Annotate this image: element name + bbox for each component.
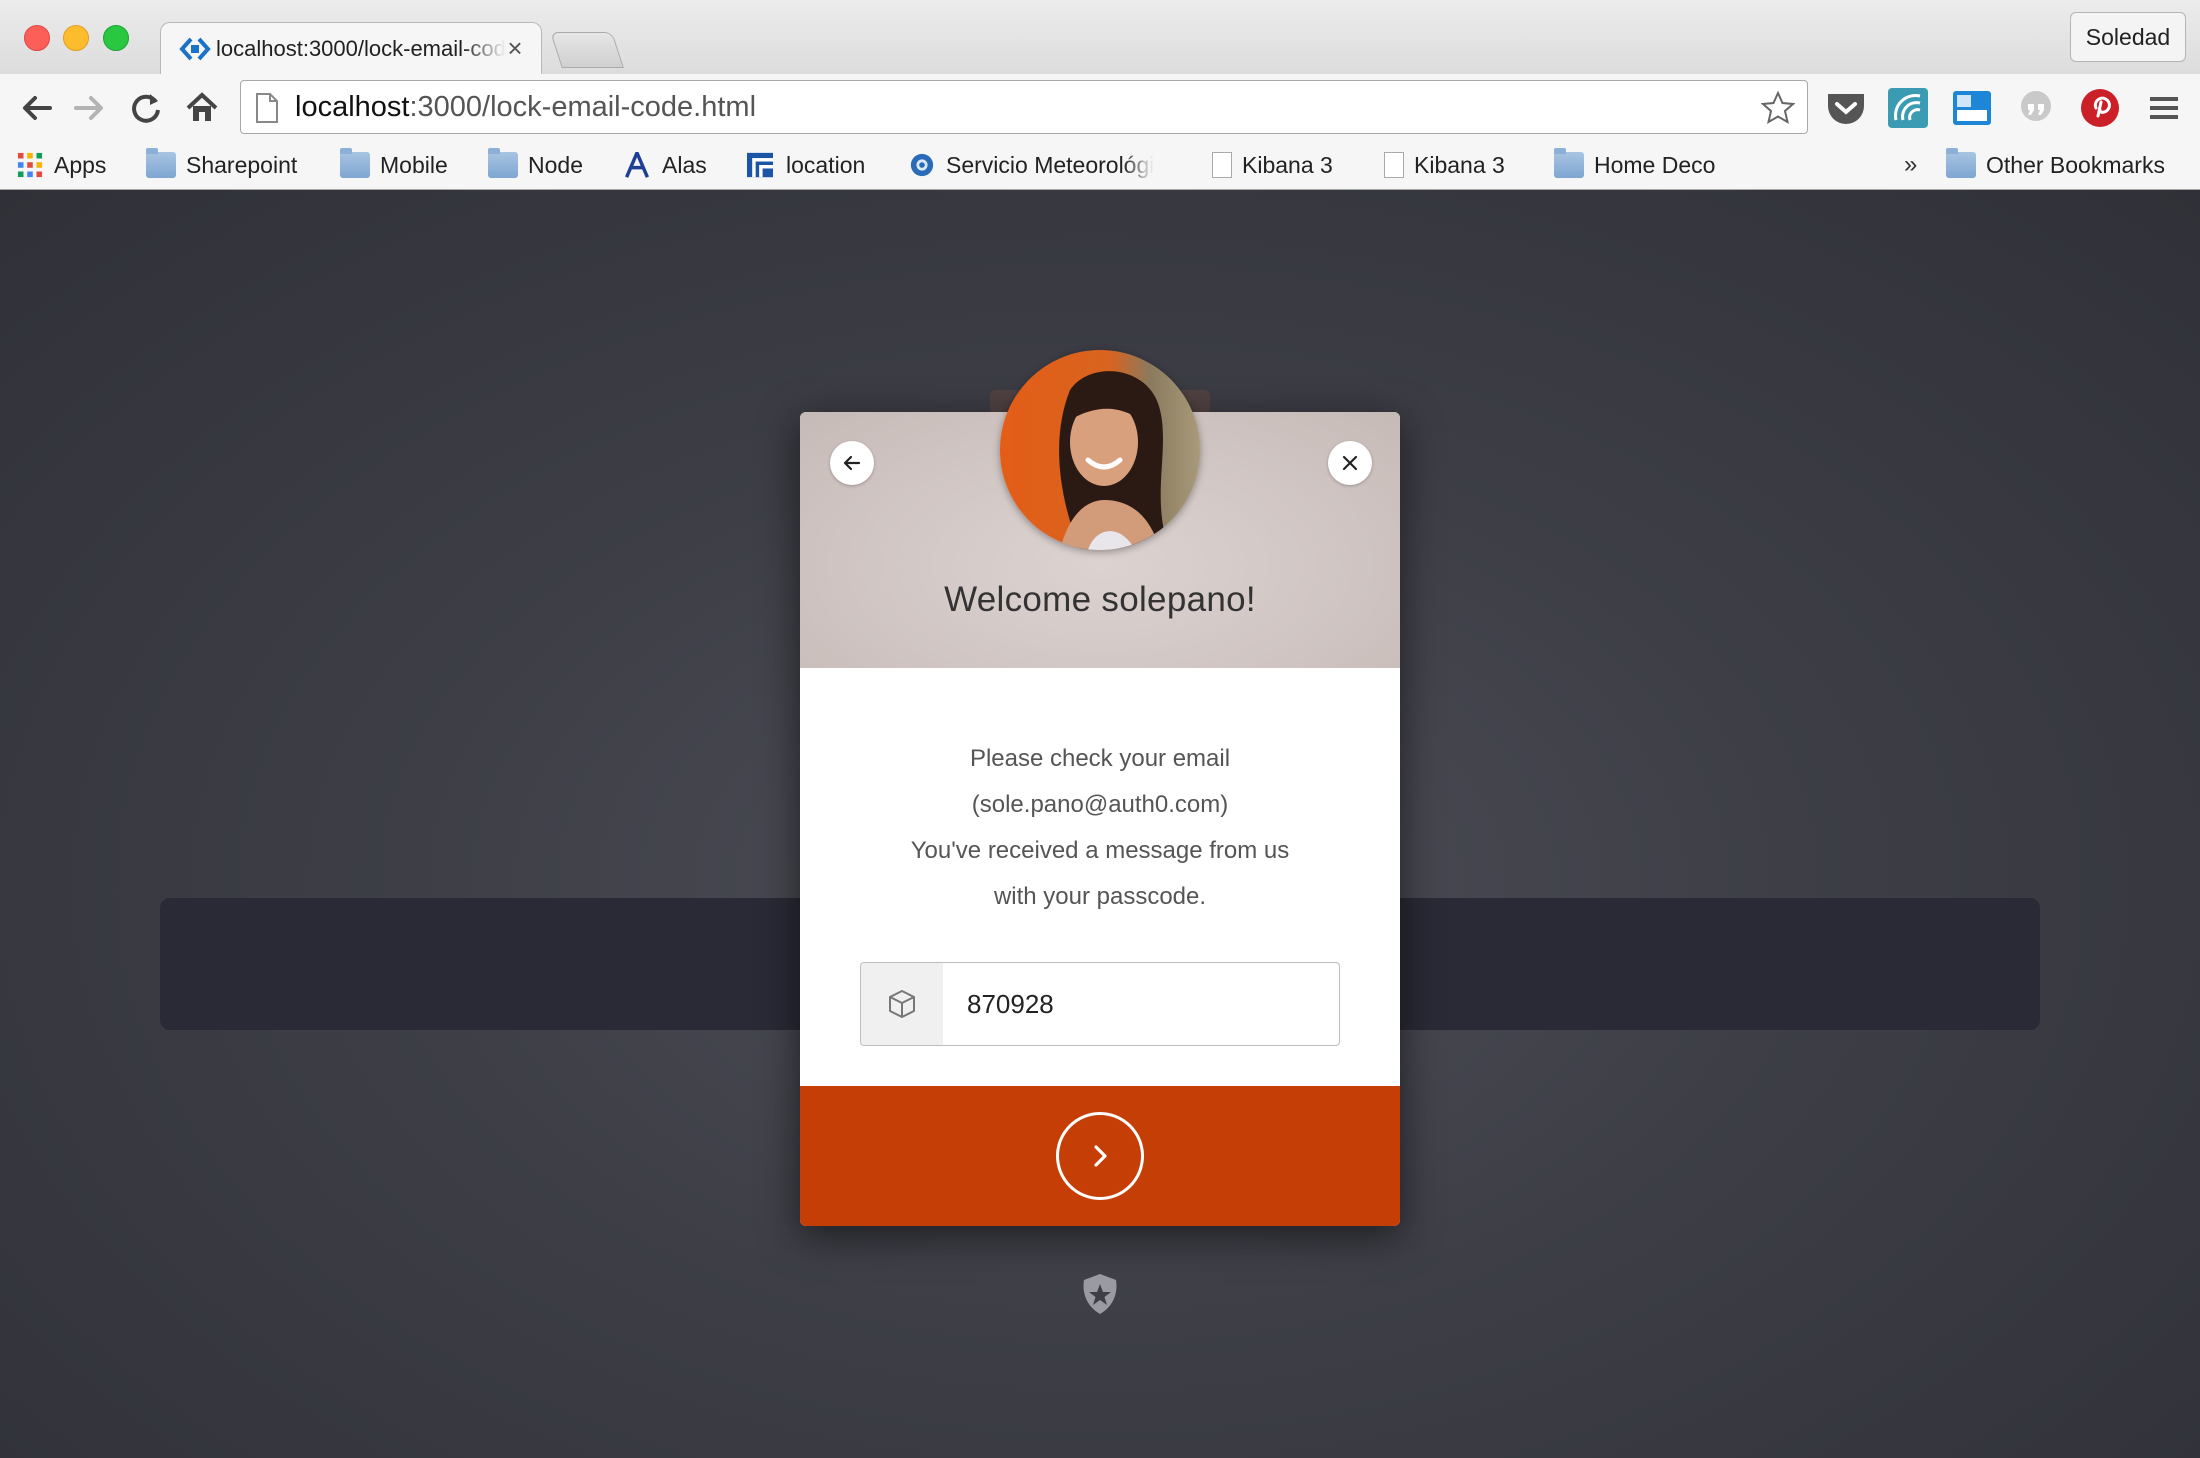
arrow-left-icon — [843, 455, 861, 471]
url-text[interactable]: localhost:3000/lock-email-code.html — [295, 81, 756, 133]
bookmark-apps[interactable]: Apps — [16, 148, 106, 182]
document-icon — [1212, 152, 1232, 178]
quote-extension-icon[interactable] — [2014, 86, 2058, 130]
passcode-input[interactable] — [943, 963, 1333, 1045]
submit-button[interactable] — [800, 1086, 1400, 1226]
folder-icon — [488, 148, 518, 178]
close-button[interactable] — [1328, 441, 1372, 485]
submit-circle — [1056, 1112, 1144, 1200]
minimize-window-button[interactable] — [63, 25, 89, 51]
bookmark-location[interactable]: location — [744, 148, 865, 182]
home-icon[interactable] — [182, 88, 222, 128]
welcome-heading: Welcome solepano! — [944, 580, 1256, 619]
browser-titlebar: localhost:3000/lock-email-code.html × So… — [0, 0, 2200, 74]
bookmark-label: Node — [528, 151, 583, 178]
back-button[interactable] — [830, 441, 874, 485]
instruction-line: (sole.pano@auth0.com) — [971, 791, 1229, 818]
pocket-extension-icon[interactable] — [1824, 86, 1868, 130]
bookmark-kibana-2[interactable]: Kibana 3 — [1384, 148, 1505, 182]
document-icon — [1384, 152, 1404, 178]
close-window-button[interactable] — [24, 25, 50, 51]
folder-icon — [1946, 148, 1976, 178]
instruction-line: Please check your email — [969, 745, 1231, 772]
bookmark-servicio-meteorologico[interactable]: Servicio Meteorológi — [908, 148, 1154, 182]
instruction-line: You've received a message from us — [910, 837, 1290, 864]
passcode-field[interactable] — [860, 962, 1340, 1046]
auth0-badge-icon[interactable] — [1080, 1272, 1120, 1316]
globe-icon — [910, 153, 934, 177]
bookmark-sharepoint[interactable]: Sharepoint — [146, 148, 297, 182]
lock-widget: Welcome solepano! Please check your emai… — [800, 350, 1400, 1226]
forward-arrow-icon[interactable] — [70, 88, 110, 128]
bookmark-mobile[interactable]: Mobile — [340, 148, 448, 182]
url-path: :3000/lock-email-code.html — [409, 91, 757, 123]
bookmark-star-icon[interactable] — [1761, 91, 1795, 125]
location-logo-icon — [747, 152, 773, 178]
bookmarks-bar: Apps Sharepoint Mobile Node Alas locatio… — [0, 142, 2200, 190]
page-icon — [256, 93, 278, 123]
lock-header: Welcome solepano! — [800, 350, 1400, 668]
new-tab-button[interactable] — [550, 32, 624, 68]
bookmark-label: Alas — [662, 151, 707, 178]
bookmark-label: Home Deco — [1594, 151, 1716, 178]
bookmark-label: Mobile — [380, 151, 448, 178]
zoom-window-button[interactable] — [103, 25, 129, 51]
profile-button[interactable]: Soledad — [2070, 12, 2186, 62]
tab-close-icon[interactable]: × — [503, 33, 527, 63]
back-arrow-icon[interactable] — [16, 88, 56, 128]
browser-toolbar: localhost:3000/lock-email-code.html — [0, 74, 2200, 142]
bookmark-alas[interactable]: Alas — [622, 148, 707, 182]
url-host: localhost — [295, 91, 410, 123]
bookmark-label: location — [786, 151, 866, 178]
bookmark-other-bookmarks[interactable]: Other Bookmarks — [1946, 148, 2165, 182]
bookmarks-overflow-chevron-icon[interactable]: » — [1904, 148, 1917, 182]
avatar-photo — [1000, 350, 1200, 550]
tab-title: localhost:3000/lock-email-code.html — [216, 36, 506, 61]
page-viewport: Welcome solepano! Please check your emai… — [0, 190, 2200, 1458]
instructions-text: Please check your email (sole.pano@auth0… — [800, 736, 1400, 920]
close-icon — [1342, 455, 1358, 471]
address-bar[interactable]: localhost:3000/lock-email-code.html — [240, 80, 1808, 134]
screen-extension-icon[interactable] — [1950, 86, 1994, 130]
bookmark-node[interactable]: Node — [488, 148, 583, 182]
browser-tab-active[interactable]: localhost:3000/lock-email-code.html × — [160, 22, 542, 74]
bookmark-label: Kibana 3 — [1242, 151, 1333, 178]
cube-icon — [889, 990, 915, 1018]
bookmark-label: Servicio Meteorológi — [946, 151, 1155, 178]
feed-extension-icon[interactable] — [1886, 86, 1930, 130]
bookmark-kibana-1[interactable]: Kibana 3 — [1212, 148, 1333, 182]
bookmark-label: Other Bookmarks — [1986, 151, 2165, 178]
bookmark-label: Apps — [54, 151, 107, 178]
menu-hamburger-icon[interactable] — [2142, 86, 2186, 130]
chevron-right-icon — [1094, 1145, 1107, 1167]
alas-logo-icon — [625, 152, 649, 178]
reload-icon[interactable] — [126, 88, 166, 128]
instruction-line: with your passcode. — [993, 883, 1207, 910]
bookmark-home-deco[interactable]: Home Deco — [1554, 148, 1715, 182]
user-avatar — [1000, 350, 1200, 550]
folder-icon — [1554, 148, 1584, 178]
code-favicon-icon — [179, 37, 211, 61]
bookmark-label: Sharepoint — [186, 151, 298, 178]
passcode-icon-box — [861, 963, 943, 1045]
pinterest-icon[interactable] — [2078, 86, 2122, 130]
folder-icon — [340, 148, 370, 178]
apps-grid-icon — [17, 152, 43, 178]
bookmark-label: Kibana 3 — [1414, 151, 1505, 178]
folder-icon — [146, 148, 176, 178]
